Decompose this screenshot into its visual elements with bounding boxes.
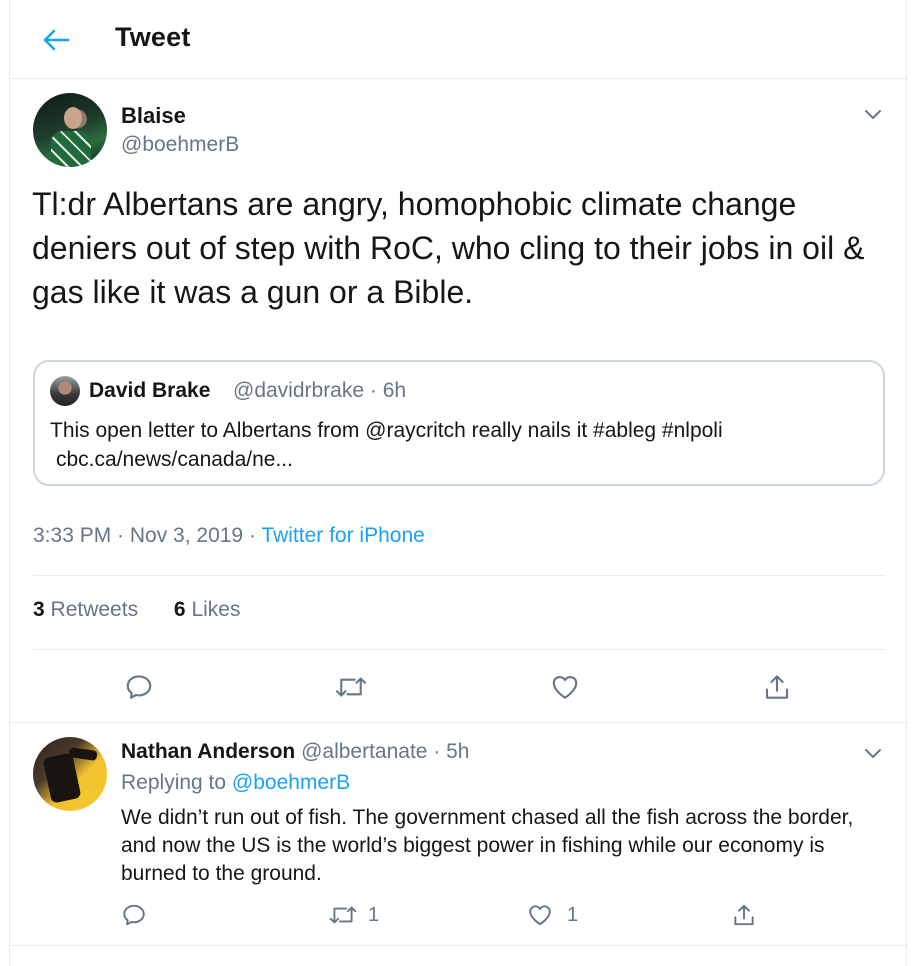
divider [10,722,908,723]
retweet-count: 1 [368,903,380,926]
tweet-page: Tweet Blaise @boehmerB Tl:dr Albertans a… [9,0,908,966]
avatar[interactable] [33,93,107,167]
back-arrow-icon [43,29,70,51]
quoted-tweet[interactable]: David Brake @davidrbrake · 6h This open … [33,360,885,486]
reply-menu-button[interactable] [861,741,885,765]
source-link[interactable]: Twitter for iPhone [261,524,424,547]
tweet-stats: 3 Retweets 6 Likes [33,598,270,622]
share-button[interactable] [731,902,757,928]
replying-to: Replying to @boehmerB [121,771,350,795]
chevron-down-icon [865,110,881,119]
like-button[interactable] [550,672,580,702]
author-handle[interactable]: @boehmerB [121,133,239,157]
back-button[interactable] [36,20,76,60]
reply-icon [126,675,152,699]
retweet-icon [329,906,357,924]
likes-stat[interactable]: 6 Likes [174,598,241,621]
like-icon [529,905,551,926]
quote-author-name: David Brake [89,379,211,402]
likes-count: 6 [173,598,186,621]
divider [10,945,908,946]
quote-link[interactable]: cbc.ca/news/canada/ne... [50,445,870,474]
reply-button[interactable] [121,902,147,928]
like-count: 1 [567,903,579,926]
timestamp-text: 3:33 PM · Nov 3, 2019 · [33,524,262,547]
page-title: Tweet [115,22,191,52]
page-header: Tweet [10,0,908,79]
reply-text: We didn’t run out of fish. The governmen… [121,806,854,885]
likes-label: Likes [191,598,241,621]
chevron-down-icon [865,749,881,758]
retweet-button[interactable] [334,672,368,702]
share-icon [765,675,789,699]
reply-author-meta: @albertanate · 5h [295,740,470,763]
quote-author-meta: @davidrbrake · 6h [233,379,407,402]
retweets-stat[interactable]: 3 Retweets [33,598,138,621]
reply-button[interactable] [124,672,154,702]
reply-author[interactable]: Nathan Anderson @albertanate · 5h [121,740,470,764]
quote-text: This open letter to Albertans from @rayc… [50,416,870,474]
tweet-menu-button[interactable] [861,102,885,126]
retweets-label: Retweets [50,598,139,621]
retweet-button[interactable]: 1 [328,902,379,928]
tweet-text: Tl:dr Albertans are angry, homophobic cl… [32,186,865,310]
tweet-timestamp: 3:33 PM · Nov 3, 2019 · Twitter for iPho… [33,524,425,548]
quote-text-line: This open letter to Albertans from @rayc… [50,419,723,442]
like-button[interactable]: 1 [527,902,578,928]
reply-author-name: Nathan Anderson [121,740,296,763]
retweets-count: 3 [33,598,45,621]
reply-icon [123,904,145,926]
author-name[interactable]: Blaise [121,103,186,129]
share-icon [734,904,754,926]
divider [33,575,885,576]
replying-to-link[interactable]: @boehmerB [232,771,350,794]
like-icon [552,675,578,699]
share-button[interactable] [762,672,792,702]
avatar[interactable] [33,737,107,811]
avatar [50,376,80,406]
replying-label: Replying to [121,771,232,794]
divider [33,649,885,650]
retweet-icon [336,677,366,697]
